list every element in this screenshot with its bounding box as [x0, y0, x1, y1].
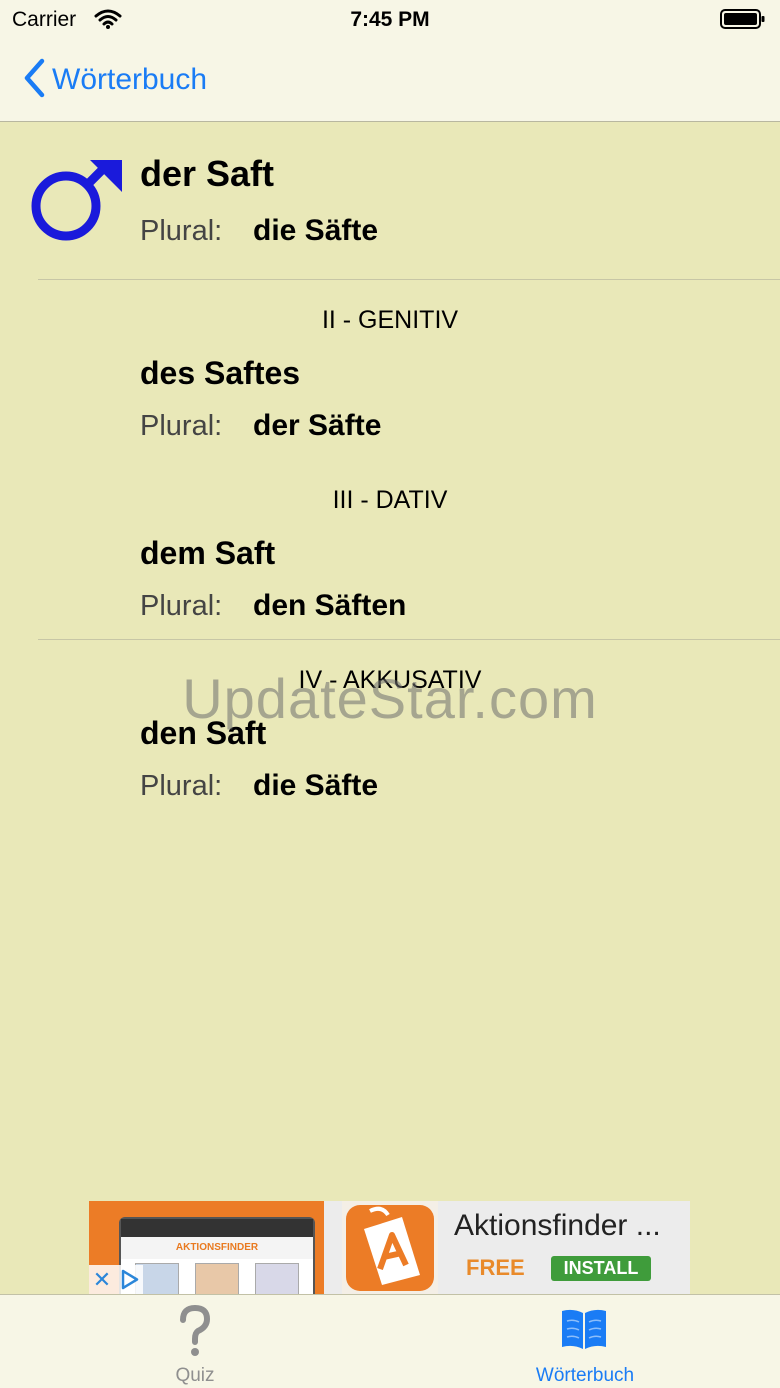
ad-choices-icon[interactable] — [115, 1265, 143, 1294]
genitive-plural: der Säfte — [253, 409, 382, 442]
case-heading-genitive: II - GENITIV — [321, 306, 459, 334]
tab-quiz[interactable]: Quiz — [120, 1295, 270, 1388]
question-mark-icon — [176, 1303, 214, 1364]
back-button-label: Wörterbuch — [52, 63, 208, 96]
case-heading-dative: III - DATIV — [332, 486, 448, 514]
tab-worterbuch[interactable]: Wörterbuch — [505, 1295, 665, 1388]
tab-quiz-label: Quiz — [175, 1365, 215, 1386]
clock-label: 7:45 PM — [350, 8, 430, 31]
plural-label: Plural: — [140, 410, 223, 442]
ad-phone-header: AKTIONSFINDER — [121, 1237, 313, 1259]
accusative-singular: den Saft — [140, 715, 267, 751]
male-symbol-icon — [30, 154, 126, 247]
tab-worterbuch-label: Wörterbuch — [535, 1365, 635, 1386]
tab-bar: Quiz Wörterbuch — [0, 1294, 780, 1388]
nominative-singular: der Saft — [140, 153, 275, 194]
nominative-plural: die Säfte — [253, 214, 379, 247]
book-icon — [559, 1307, 609, 1356]
divider — [38, 279, 780, 280]
ad-price: FREE — [466, 1255, 525, 1280]
dative-plural: den Säften — [253, 589, 407, 622]
ad-thumbnail — [195, 1263, 239, 1294]
dative-singular: dem Saft — [140, 535, 276, 571]
ad-thumbnail — [255, 1263, 299, 1294]
ad-phone-image: AKTIONSFINDER — [119, 1217, 315, 1294]
ad-close-icon[interactable]: ✕ — [89, 1265, 115, 1294]
navigation-bar: Wörterbuch — [0, 40, 780, 122]
ad-install-button[interactable]: INSTALL — [551, 1256, 651, 1281]
status-bar: Carrier 7:45 PM — [0, 0, 780, 40]
plural-label: Plural: — [140, 770, 223, 802]
plural-label: Plural: — [140, 215, 223, 247]
battery-icon — [720, 8, 765, 29]
ad-banner[interactable]: AKTIONSFINDER Aktionsfinder ... FREE INS… — [89, 1201, 690, 1294]
divider — [38, 639, 780, 640]
ad-title: Aktionsfinder ... — [454, 1209, 661, 1242]
aktionsfinder-logo-icon — [346, 1205, 434, 1294]
accusative-plural: die Säfte — [253, 769, 379, 802]
back-button[interactable]: Wörterbuch — [22, 58, 207, 102]
case-heading-accusative: IV - AKKUSATIV — [298, 666, 482, 694]
genitive-singular: des Saftes — [140, 355, 301, 391]
chevron-left-icon — [22, 58, 46, 103]
plural-label: Plural: — [140, 590, 223, 622]
